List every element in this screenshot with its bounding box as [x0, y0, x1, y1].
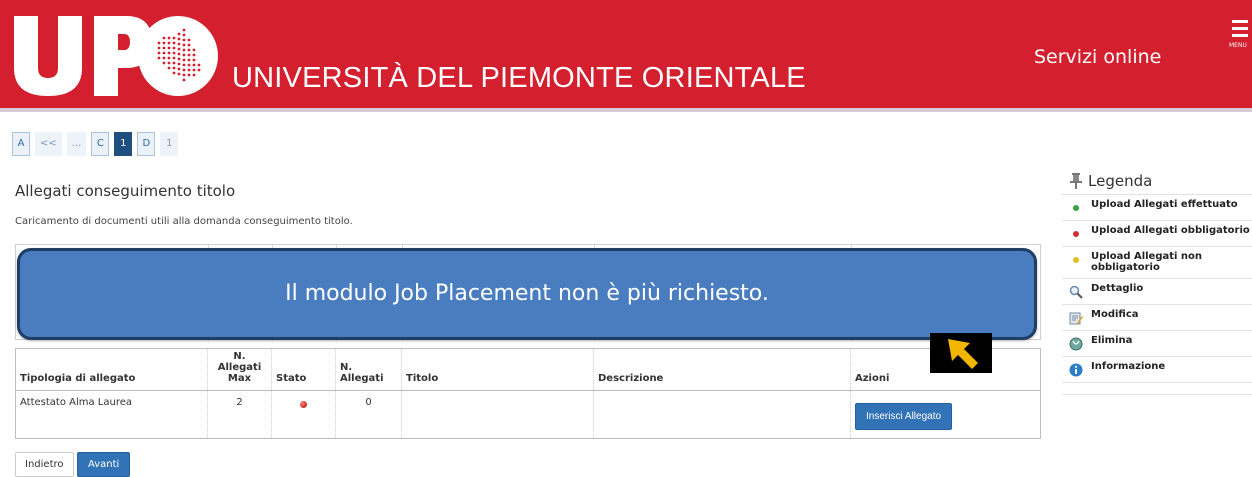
cursor-indicator	[930, 333, 992, 373]
attachments-table: Tipologia di allegato N. Allegati Max St…	[15, 348, 1041, 439]
step-ellipsis: ...	[66, 132, 87, 156]
delete-icon	[1068, 336, 1083, 351]
cell-type: Attestato Alma Laurea	[15, 390, 208, 439]
legend-panel: Legenda Upload Allegati effettuato Uploa…	[1062, 168, 1252, 395]
legend-label: Upload Allegati non obbligatorio	[1091, 251, 1203, 273]
arrow-cursor-icon	[948, 339, 978, 369]
cell-title	[401, 390, 594, 439]
step-first[interactable]: <<	[35, 132, 62, 156]
site-header: UNIVERSITÀ DEL PIEMONTE ORIENTALE Serviz…	[0, 0, 1252, 112]
edit-icon	[1068, 310, 1083, 325]
step-navigation: A << ... C 1 D 1	[12, 132, 179, 156]
legend-item-delete: Elimina	[1062, 331, 1252, 357]
menu-button[interactable]: MENU	[1228, 20, 1252, 56]
red-dot-icon	[300, 401, 307, 408]
red-dot-icon	[1072, 230, 1079, 237]
magnifier-icon	[1068, 284, 1083, 299]
cell-status	[271, 390, 336, 439]
back-button[interactable]: Indietro	[15, 452, 74, 477]
page-description: Caricamento di documenti utili alla doma…	[15, 216, 353, 227]
legend-label: Dettaglio	[1091, 283, 1144, 294]
legend-item-info: Informazione	[1062, 357, 1252, 383]
table-header-row: Tipologia di allegato N. Allegati Max St…	[15, 348, 1041, 391]
university-name: UNIVERSITÀ DEL PIEMONTE ORIENTALE	[232, 62, 806, 94]
notice-overlay: Il modulo Job Placement non è più richie…	[17, 248, 1037, 340]
legend-title-text: Legenda	[1088, 172, 1153, 190]
legend-label: Upload Allegati obbligatorio	[1091, 225, 1250, 236]
cell-actions: Inserisci Allegato	[850, 390, 1041, 439]
step-last[interactable]: 1	[160, 132, 179, 156]
col-header-count: N. Allegati	[335, 348, 402, 391]
add-attachment-button[interactable]: Inserisci Allegato	[855, 403, 953, 430]
legend-label: Modifica	[1091, 309, 1139, 320]
legend-label: Informazione	[1091, 361, 1166, 372]
col-header-type: Tipologia di allegato	[15, 348, 208, 391]
page-title: Allegati conseguimento titolo	[15, 182, 236, 200]
legend-label: Upload Allegati effettuato	[1091, 199, 1238, 210]
table-row: Attestato Alma Laurea 2 0 Inserisci Alle…	[15, 390, 1041, 439]
cell-count: 0	[335, 390, 402, 439]
info-icon	[1068, 362, 1083, 377]
legend-item-upload-required: Upload Allegati obbligatorio	[1062, 221, 1252, 247]
step-d[interactable]: D	[137, 132, 156, 156]
legend-item-upload-optional: Upload Allegati non obbligatorio	[1062, 247, 1252, 279]
legend-item-upload-done: Upload Allegati effettuato	[1062, 195, 1252, 221]
step-a[interactable]: A	[12, 132, 30, 156]
yellow-dot-icon	[1072, 256, 1079, 263]
col-header-max: N. Allegati Max	[207, 348, 272, 391]
cell-description	[593, 390, 851, 439]
next-button[interactable]: Avanti	[77, 452, 131, 477]
col-header-description: Descrizione	[593, 348, 851, 391]
green-dot-icon	[1072, 204, 1079, 211]
upo-logo[interactable]	[14, 16, 219, 96]
services-online-link[interactable]: Servizi online	[1034, 46, 1161, 68]
legend-item-detail: Dettaglio	[1062, 279, 1252, 305]
pushpin-icon	[1070, 173, 1082, 189]
step-c[interactable]: C	[91, 132, 110, 156]
legend-item-edit: Modifica	[1062, 305, 1252, 331]
legend-title: Legenda	[1062, 168, 1252, 195]
step-current[interactable]: 1	[114, 132, 133, 156]
col-header-title: Titolo	[401, 348, 594, 391]
menu-label: MENU	[1229, 42, 1247, 49]
legend-label: Elimina	[1091, 335, 1133, 346]
cell-max: 2	[207, 390, 272, 439]
col-header-status: Stato	[271, 348, 336, 391]
